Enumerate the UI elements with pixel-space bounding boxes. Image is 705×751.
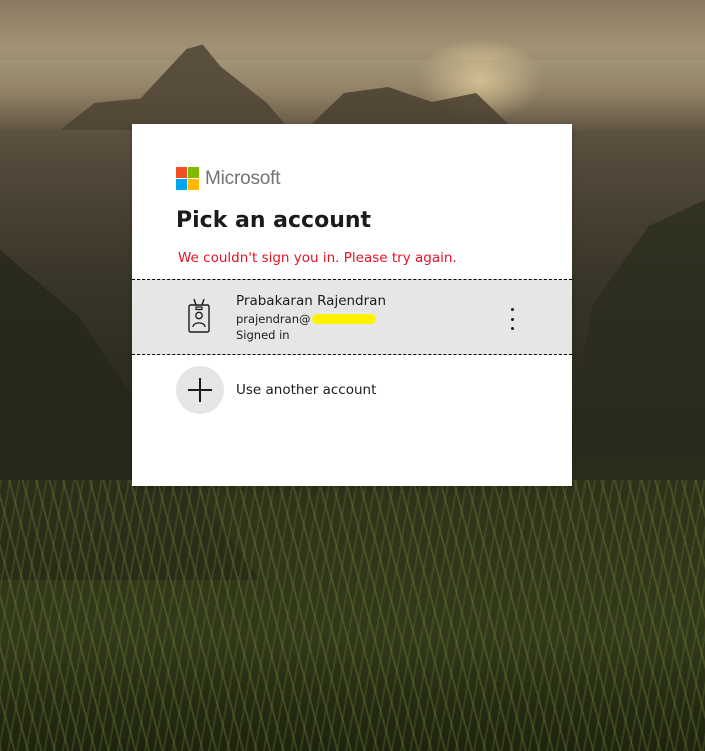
account-tile[interactable]: Prabakaran Rajendran prajendran@ Signed …	[132, 279, 572, 355]
account-badge-icon	[188, 298, 210, 333]
microsoft-logo-icon	[176, 167, 199, 190]
account-email-text: prajendran@	[236, 312, 311, 326]
brand-name: Microsoft	[205, 167, 281, 189]
sign-in-card: Microsoft Pick an account We couldn't si…	[132, 124, 572, 486]
use-another-account-button[interactable]: Use another account	[132, 364, 572, 416]
more-options-icon[interactable]	[504, 308, 520, 330]
plus-icon	[176, 366, 224, 414]
account-email: prajendran@	[236, 312, 376, 326]
email-redaction-highlight	[311, 313, 376, 324]
page-title: Pick an account	[176, 208, 372, 233]
background-grass	[0, 480, 705, 751]
account-name: Prabakaran Rajendran	[236, 293, 387, 309]
microsoft-logo: Microsoft	[176, 167, 280, 190]
background-hill	[565, 200, 705, 460]
account-status: Signed in	[236, 328, 290, 342]
error-message: We couldn't sign you in. Please try agai…	[178, 250, 457, 266]
use-another-account-label: Use another account	[236, 382, 377, 398]
